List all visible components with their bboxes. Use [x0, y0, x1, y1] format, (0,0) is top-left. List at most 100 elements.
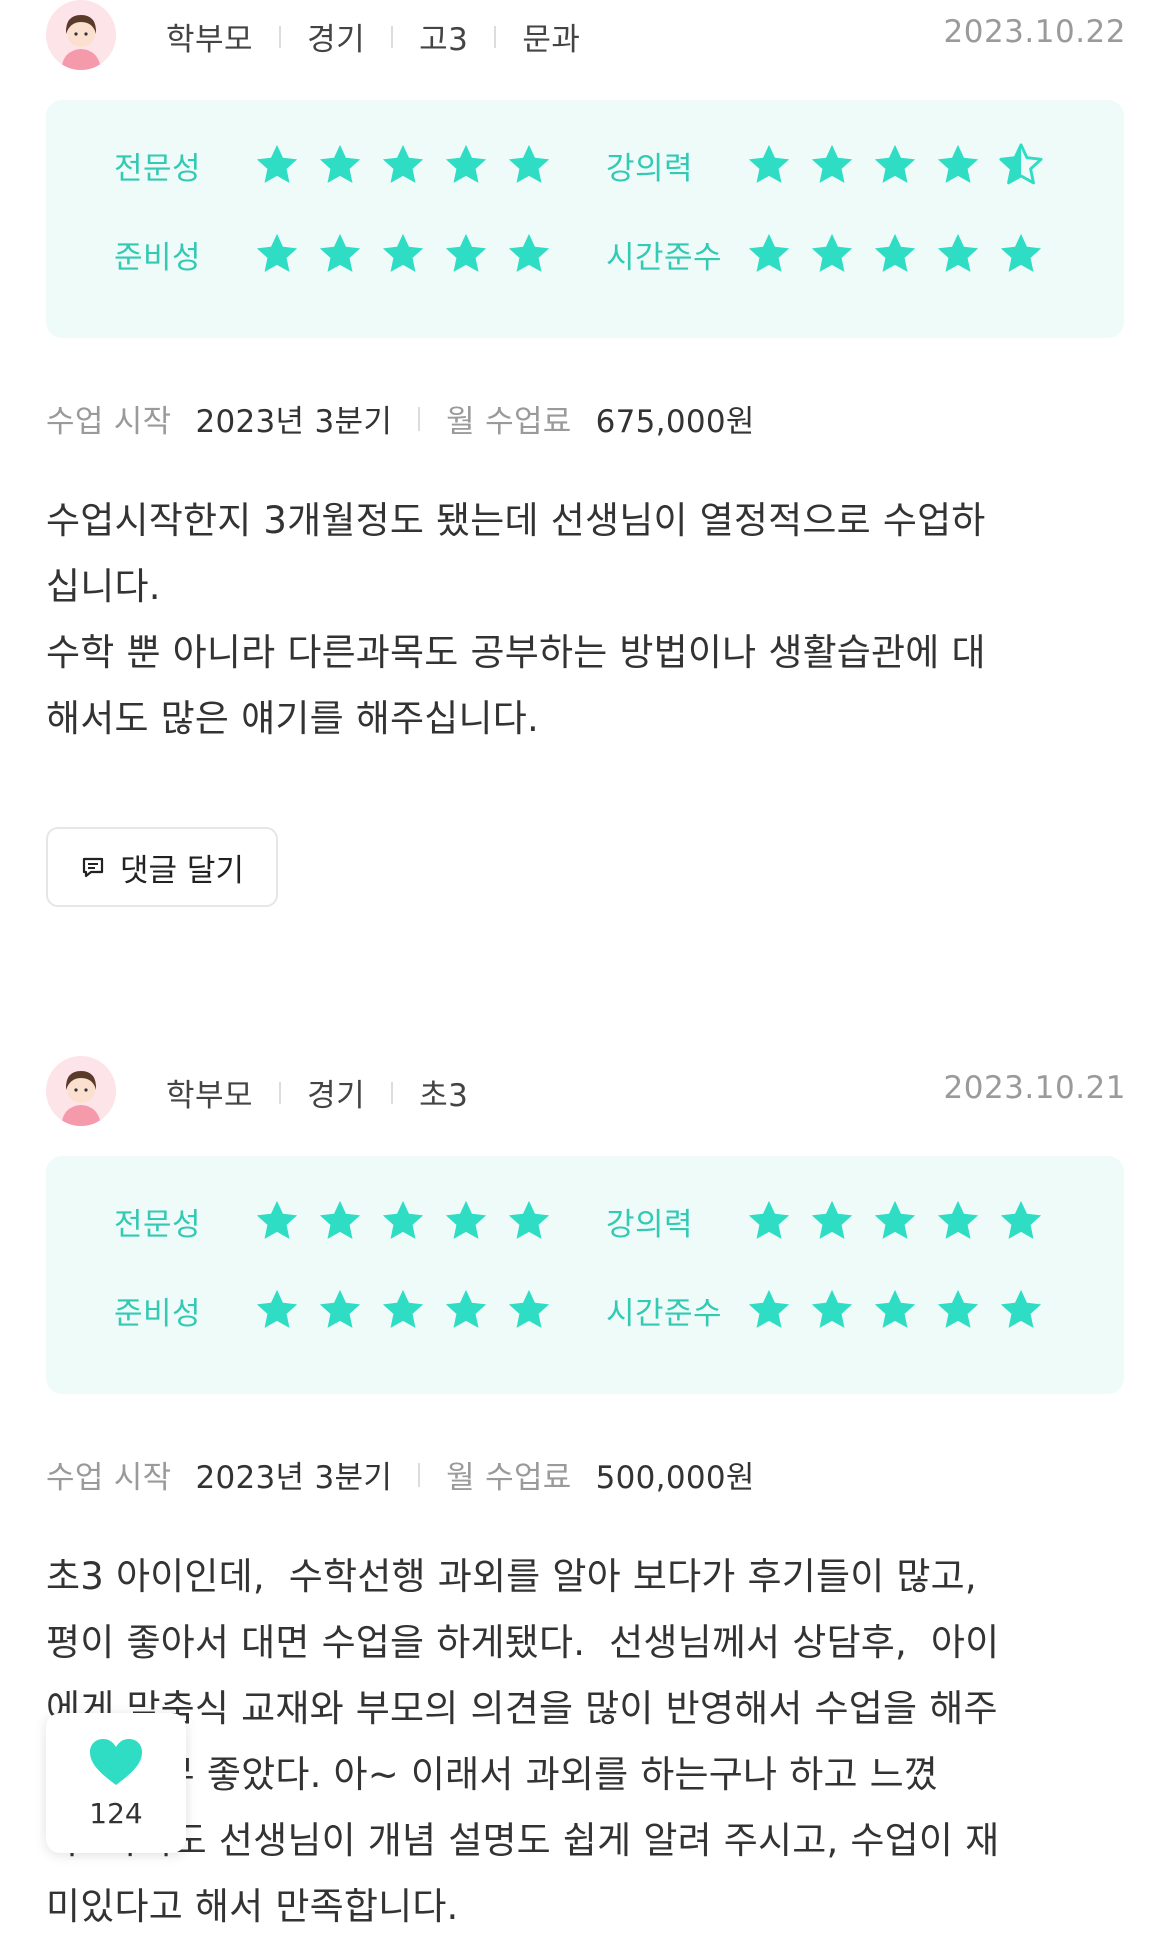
star-full-icon — [874, 1200, 916, 1239]
star-rating — [746, 1287, 1061, 1333]
star-rating — [746, 142, 1061, 188]
comment-icon — [82, 857, 104, 878]
author-role: 학부모 — [166, 22, 254, 58]
star-full-icon — [748, 233, 790, 272]
rating-label: 강의력 — [606, 1206, 694, 1243]
star-full-icon — [256, 1289, 298, 1328]
avatar — [46, 0, 116, 70]
star-full-icon — [508, 144, 550, 183]
star-full-icon — [382, 144, 424, 183]
rating-preparation: 준비성 — [114, 1287, 569, 1333]
star-full-icon — [445, 1200, 487, 1239]
rating-label: 전문성 — [114, 1206, 202, 1243]
author-role: 학부모 — [166, 1078, 254, 1114]
divider — [279, 1081, 282, 1104]
rating-label: 준비성 — [114, 239, 202, 276]
star-full-icon — [382, 1200, 424, 1239]
comment-button[interactable]: 댓글 달기 — [46, 827, 278, 907]
star-full-icon — [445, 233, 487, 272]
fee-label: 월 수업료 — [446, 404, 572, 440]
rating-expertise: 전문성 — [114, 1198, 569, 1244]
divider — [391, 1081, 394, 1104]
author-grade: 고3 — [419, 22, 469, 58]
author-grade: 초3 — [419, 1078, 469, 1114]
class-info: 수업 시작 2023년 3분기 월 수업료 500,000원 — [46, 1452, 755, 1497]
star-rating — [746, 231, 1061, 277]
author-track: 문과 — [522, 22, 581, 58]
review-date: 2023.10.22 — [943, 14, 1126, 50]
star-full-icon — [508, 1289, 550, 1328]
star-full-icon — [508, 233, 550, 272]
star-full-icon — [748, 1200, 790, 1239]
like-button[interactable]: 124 — [46, 1713, 186, 1853]
star-full-icon — [937, 1289, 979, 1328]
star-full-icon — [319, 1200, 361, 1239]
star-full-icon — [937, 144, 979, 183]
start-value: 2023년 3분기 — [195, 1460, 393, 1496]
star-rating — [254, 142, 569, 188]
star-rating — [254, 231, 569, 277]
star-full-icon — [874, 233, 916, 272]
rating-label: 전문성 — [114, 150, 202, 187]
star-full-icon — [445, 1289, 487, 1328]
rating-label: 강의력 — [606, 150, 694, 187]
rating-label: 시간준수 — [606, 239, 723, 276]
review-meta: 학부모 경기 초3 2023.10.21 — [46, 1056, 1126, 1126]
comment-button-label: 댓글 달기 — [120, 852, 244, 889]
review-date: 2023.10.21 — [943, 1070, 1126, 1106]
star-full-icon — [508, 1200, 550, 1239]
start-label: 수업 시작 — [46, 1460, 172, 1496]
star-rating — [254, 1287, 569, 1333]
star-full-icon — [256, 233, 298, 272]
star-full-icon — [748, 1289, 790, 1328]
fee-value: 675,000원 — [595, 404, 755, 440]
like-count: 124 — [89, 1796, 143, 1830]
star-full-icon — [1000, 233, 1042, 272]
star-full-icon — [937, 1200, 979, 1239]
class-info: 수업 시작 2023년 3분기 월 수업료 675,000원 — [46, 396, 755, 441]
star-full-icon — [319, 144, 361, 183]
star-full-icon — [811, 233, 853, 272]
review-text: 수업시작한지 3개월정도 됐는데 선생님이 열정적으로 수업하 십니다. 수학 … — [46, 499, 986, 740]
rating-label: 시간준수 — [606, 1295, 723, 1332]
star-full-icon — [811, 1200, 853, 1239]
start-label: 수업 시작 — [46, 404, 172, 440]
star-full-icon — [445, 144, 487, 183]
fee-value: 500,000원 — [595, 1460, 755, 1496]
rating-lecture: 강의력 — [606, 1198, 1061, 1244]
fee-label: 월 수업료 — [446, 1460, 572, 1496]
rating-punctuality: 시간준수 — [606, 1287, 1061, 1333]
rating-box: 전문성 강의력 준비성 시간준수 — [46, 1156, 1124, 1394]
divider — [391, 25, 394, 48]
star-full-icon — [382, 1289, 424, 1328]
star-full-icon — [319, 233, 361, 272]
star-full-icon — [256, 144, 298, 183]
author-region: 경기 — [307, 22, 366, 58]
star-full-icon — [937, 233, 979, 272]
divider — [418, 1462, 421, 1487]
rating-label: 준비성 — [114, 1295, 202, 1332]
heart-icon — [90, 1738, 142, 1785]
rating-expertise: 전문성 — [114, 142, 569, 188]
star-half-icon — [999, 143, 1043, 185]
star-rating — [254, 1198, 569, 1244]
star-rating — [746, 1198, 1061, 1244]
star-full-icon — [382, 233, 424, 272]
author-info: 학부모 경기 고3 문과 — [166, 14, 580, 59]
star-full-icon — [811, 1289, 853, 1328]
star-full-icon — [874, 144, 916, 183]
star-full-icon — [256, 1200, 298, 1239]
divider — [494, 25, 497, 48]
divider — [279, 25, 282, 48]
star-full-icon — [811, 144, 853, 183]
rating-preparation: 준비성 — [114, 231, 569, 277]
author-info: 학부모 경기 초3 — [166, 1070, 468, 1115]
star-full-icon — [1000, 1200, 1042, 1239]
rating-lecture: 강의력 — [606, 142, 1061, 188]
star-full-icon — [319, 1289, 361, 1328]
star-full-icon — [748, 144, 790, 183]
divider — [418, 406, 421, 431]
rating-punctuality: 시간준수 — [606, 231, 1061, 277]
review-text: 초3 아이인데, 수학선행 과외를 알아 보다가 후기들이 많고, 평이 좋아서… — [46, 1555, 1000, 1928]
star-full-icon — [1000, 1289, 1042, 1328]
